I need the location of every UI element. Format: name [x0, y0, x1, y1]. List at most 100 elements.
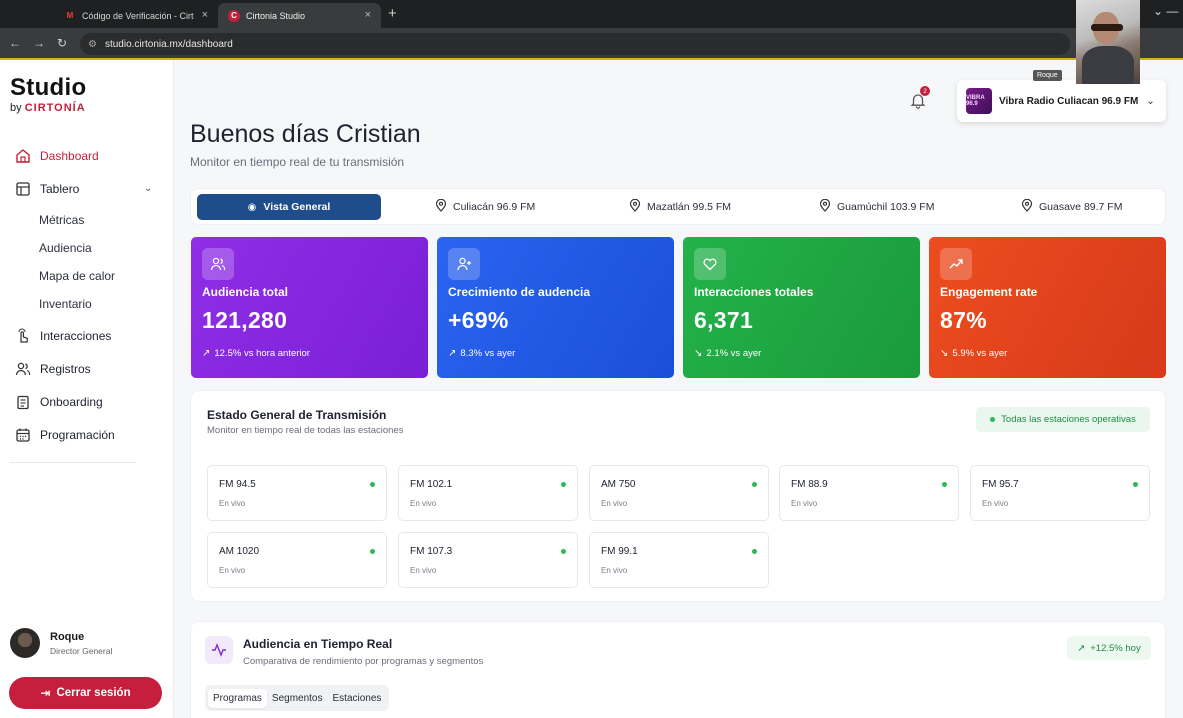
kpi-delta-text: 5.9% vs ayer [952, 348, 1008, 359]
user-role: Director General [50, 645, 113, 656]
station-card-status: En vivo [601, 499, 628, 508]
station-card-name: FM 94.5 [219, 479, 256, 490]
segment-tabs: Programas Segmentos Estaciones [205, 685, 390, 711]
sidebar-item-inventario[interactable]: Inventario [39, 297, 92, 311]
sidebar-item-tablero[interactable]: Tablero [14, 180, 79, 198]
live-dot [752, 482, 757, 487]
webcam-label: Roque [1033, 70, 1062, 81]
tab-label: Mazatlán 99.5 FM [647, 201, 732, 213]
url-field[interactable]: ⚙ studio.cirtonia.mx/dashboard [80, 33, 1070, 55]
tab-estaciones[interactable]: Estaciones [328, 689, 387, 708]
sidebar-item-interacciones[interactable]: Interacciones [14, 327, 111, 345]
kpi-delta-text: 8.3% vs ayer [460, 348, 516, 359]
tab-programas[interactable]: Programas [208, 688, 267, 708]
sidebar: Studio by CIRTONÍA Dashboard Tablero ⌄ M… [0, 60, 174, 718]
tab-segmentos[interactable]: Segmentos [267, 689, 328, 708]
station-card-status: En vivo [982, 499, 1009, 508]
back-icon[interactable]: ← [9, 36, 21, 50]
station-card[interactable]: FM 95.7 En vivo [970, 465, 1150, 521]
tab-mazatlan[interactable]: Mazatlán 99.5 FM [629, 198, 732, 215]
kpi-label: Crecimiento de audencia [448, 285, 591, 299]
transmission-status-panel: Estado General de Transmisión Monitor en… [190, 390, 1166, 602]
live-dot [370, 549, 375, 554]
station-card[interactable]: AM 1020 En vivo [207, 532, 387, 588]
new-tab-button[interactable]: + [388, 5, 397, 22]
sidebar-item-audiencia[interactable]: Audiencia [39, 241, 92, 255]
live-dot [561, 482, 566, 487]
forward-icon[interactable]: → [33, 36, 45, 50]
station-card[interactable]: FM 94.5 En vivo [207, 465, 387, 521]
station-card-status: En vivo [410, 566, 437, 575]
station-card-name: FM 99.1 [601, 546, 638, 557]
tab-vista-general[interactable]: ◉ Vista General [197, 194, 381, 220]
kpi-label: Interacciones totales [694, 285, 814, 299]
logo-title: Studio [10, 74, 87, 101]
location-tabs: ◉ Vista General Culiacán 96.9 FM Mazatlá… [190, 188, 1166, 225]
logout-button[interactable]: ⇥ Cerrar sesión [9, 677, 162, 709]
panel-title: Estado General de Transmisión [207, 408, 387, 422]
kpi-value: 87% [940, 307, 987, 333]
tab-guasave[interactable]: Guasave 89.7 FM [1021, 198, 1122, 215]
browser-tab-cirtonia[interactable]: C Cirtonia Studio × [218, 3, 381, 28]
sidebar-item-onboarding[interactable]: Onboarding [14, 393, 103, 411]
kpi-value: +69% [448, 307, 509, 333]
realtime-audience-panel: Audiencia en Tiempo Real Comparativa de … [190, 621, 1166, 718]
sidebar-item-label: Programación [40, 428, 115, 442]
logout-icon: ⇥ [40, 686, 51, 700]
kpi-card-crecimiento[interactable]: Crecimiento de audencia +69% ↗ 8.3% vs ay… [437, 237, 674, 378]
sidebar-item-registros[interactable]: Registros [14, 360, 91, 378]
page-title: Buenos días Cristian [190, 120, 421, 148]
kpi-card-audiencia-total[interactable]: Audiencia total 121,280 ↗ 12.5% vs hora a… [191, 237, 428, 378]
station-card-name: FM 107.3 [410, 546, 453, 557]
station-card-name: FM 95.7 [982, 479, 1019, 490]
browser-tab-gmail[interactable]: M Código de Verificación - Cirto × [54, 3, 218, 28]
chevron-down-icon[interactable]: ⌄ [144, 183, 152, 194]
trending-up-icon: ↗ [1077, 642, 1086, 654]
users-icon [14, 360, 32, 378]
station-card[interactable]: FM 102.1 En vivo [398, 465, 578, 521]
kpi-label: Audiencia total [202, 285, 289, 299]
station-card-status: En vivo [219, 566, 246, 575]
trend-up-icon: ↗ [202, 348, 211, 359]
station-card[interactable]: FM 107.3 En vivo [398, 532, 578, 588]
kpi-card-engagement[interactable]: Engagement rate 87% ↘ 5.9% vs ayer [929, 237, 1166, 378]
studio-logo[interactable]: Studio by CIRTONÍA [10, 74, 86, 114]
kpi-delta-text: 2.1% vs ayer [706, 348, 762, 359]
user-profile[interactable]: Roque Director General [10, 628, 112, 658]
eye-icon: ◉ [247, 201, 257, 213]
panel-subtitle: Monitor en tiempo real de todas las esta… [207, 425, 404, 436]
close-tab-icon[interactable]: × [202, 9, 208, 21]
kpi-delta: ↘ 2.1% vs ayer [694, 348, 761, 359]
station-card-name: AM 1020 [219, 546, 260, 557]
notification-count-badge: 2 [920, 86, 930, 96]
status-badge-text: Todas las estaciones operativas [1001, 414, 1136, 425]
sidebar-item-metricas[interactable]: Métricas [39, 213, 84, 227]
sidebar-divider [10, 462, 136, 463]
window-controls[interactable]: ⌄ — [1153, 4, 1178, 18]
tab-label: Guamúchil 103.9 FM [837, 201, 935, 213]
sidebar-item-dashboard[interactable]: Dashboard [14, 147, 99, 165]
tab-culiacan[interactable]: Culiacán 96.9 FM [435, 198, 535, 215]
map-pin-icon [629, 198, 641, 215]
kpi-card-interacciones[interactable]: Interacciones totales 6,371 ↘ 2.1% vs aye… [683, 237, 920, 378]
reload-icon[interactable]: ↻ [57, 36, 67, 50]
logo-byline: by CIRTONÍA [10, 102, 86, 114]
kpi-delta: ↗ 12.5% vs hora anterior [202, 348, 310, 359]
station-card[interactable]: AM 750 En vivo [589, 465, 769, 521]
sidebar-item-mapa-de-calor[interactable]: Mapa de calor [39, 269, 115, 283]
gmail-icon: M [66, 11, 74, 20]
tab-guamuchil[interactable]: Guamúchil 103.9 FM [819, 198, 935, 215]
status-badge: Todas las estaciones operativas [976, 407, 1150, 432]
station-selector[interactable]: VIBRA 96.9 Vibra Radio Culiacan 96.9 FM … [957, 80, 1166, 122]
station-card-name: AM 750 [601, 479, 636, 490]
site-settings-icon[interactable]: ⚙ [88, 39, 97, 50]
live-dot [370, 482, 375, 487]
webcam-person-body [1082, 46, 1134, 84]
station-card[interactable]: FM 99.1 En vivo [589, 532, 769, 588]
logout-label: Cerrar sesión [56, 687, 131, 699]
user-plus-icon [448, 248, 480, 280]
page-subtitle: Monitor en tiempo real de tu transmisión [190, 155, 405, 169]
sidebar-item-programacion[interactable]: Programación [14, 426, 115, 444]
station-card[interactable]: FM 88.9 En vivo [779, 465, 959, 521]
close-tab-icon[interactable]: × [365, 9, 371, 21]
